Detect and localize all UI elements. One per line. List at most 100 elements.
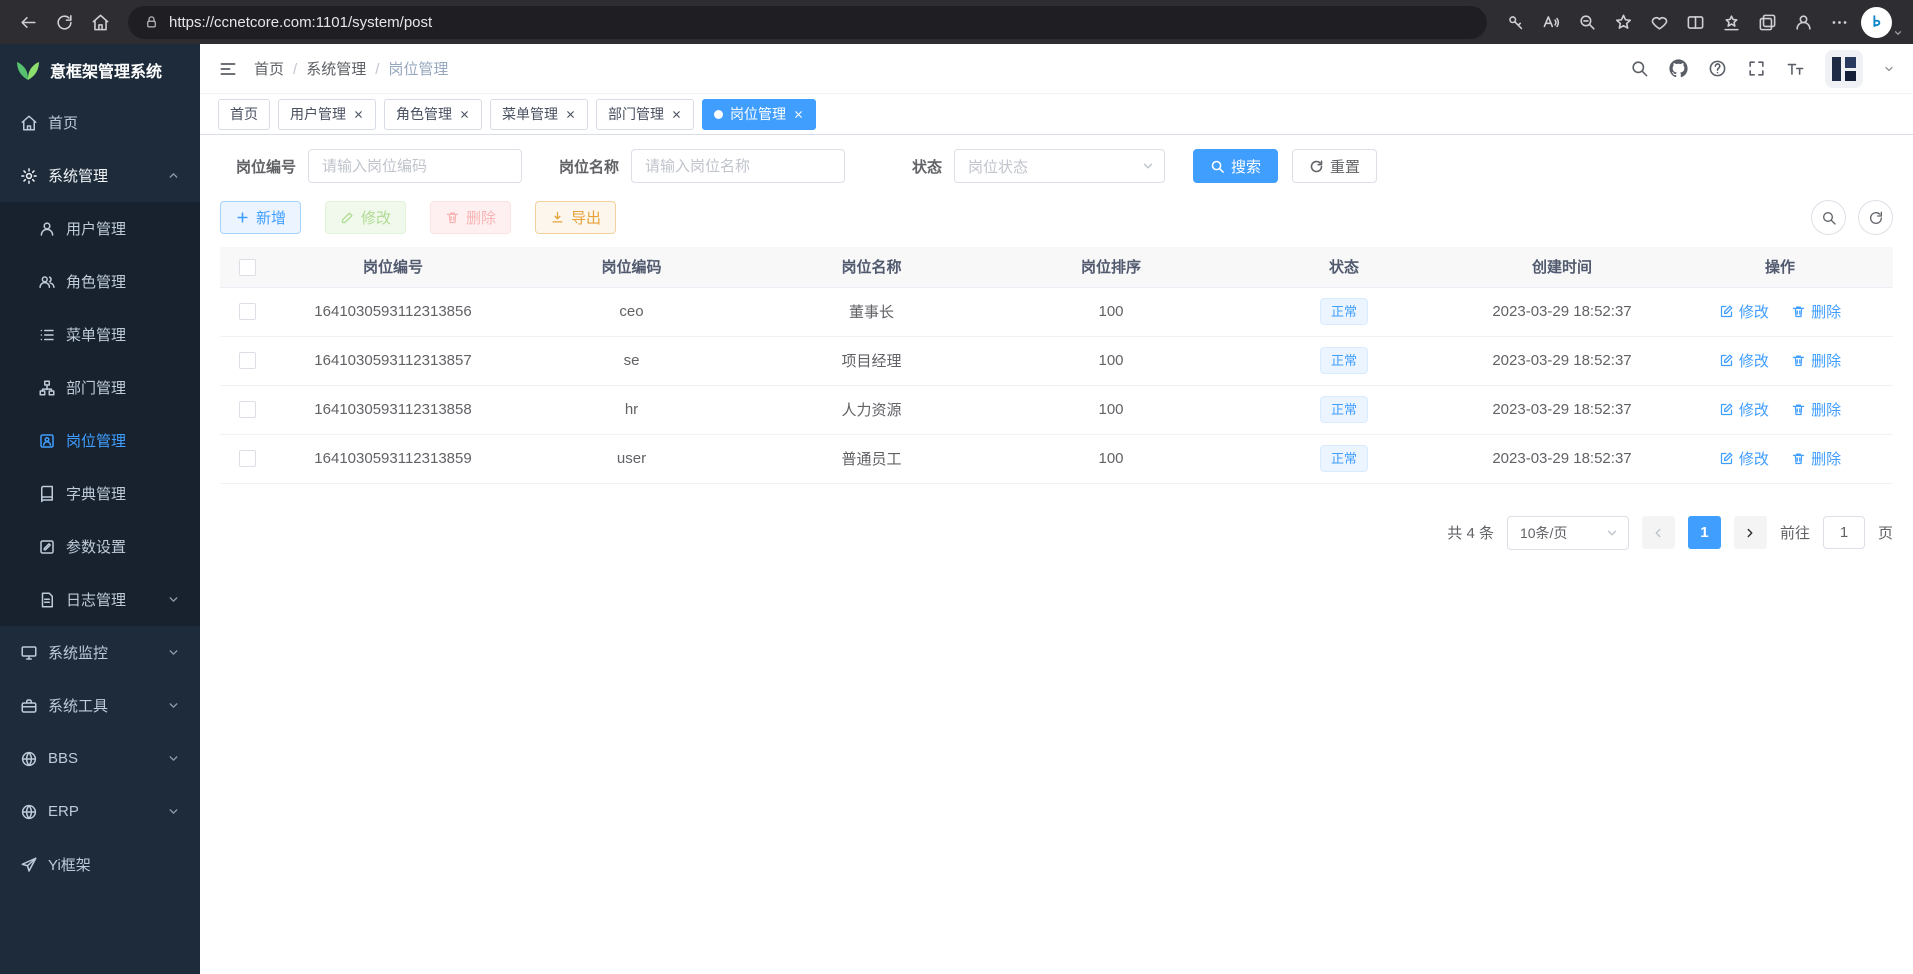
row-edit-link[interactable]: 修改 (1719, 399, 1769, 420)
toggle-search-button[interactable] (1811, 200, 1846, 235)
sidebar-item-parameter-settings[interactable]: 参数设置 (0, 520, 200, 573)
select-all-checkbox[interactable] (239, 259, 256, 276)
row-checkbox[interactable] (239, 303, 256, 320)
next-page-button[interactable] (1734, 516, 1767, 549)
sidebar-item-label: 日志管理 (66, 589, 126, 610)
table-row: 1641030593112313856 ceo 董事长 100 正常 2023-… (220, 287, 1893, 336)
goto-page-input[interactable] (1823, 516, 1865, 549)
close-icon[interactable] (793, 109, 804, 120)
sidebar-item-erp[interactable]: ERP (0, 785, 200, 838)
sidebar-item-log-management[interactable]: 日志管理 (0, 573, 200, 626)
password-manager-icon[interactable] (1497, 5, 1533, 39)
edit-button[interactable]: 修改 (325, 201, 406, 234)
add-button[interactable]: 新增 (220, 201, 301, 234)
header-search-icon[interactable] (1630, 59, 1649, 78)
toolbar-caret-icon[interactable] (1893, 28, 1903, 38)
row-delete-link[interactable]: 删除 (1791, 448, 1841, 469)
sidebar-item-home[interactable]: 首页 (0, 96, 200, 149)
address-bar[interactable]: https://ccnetcore.com:1101/system/post (128, 6, 1487, 39)
tab-role-management[interactable]: 角色管理 (384, 99, 482, 130)
help-icon[interactable] (1708, 59, 1727, 78)
sidebar-item-dictionary-management[interactable]: 字典管理 (0, 467, 200, 520)
status-label: 状态 (866, 156, 942, 177)
github-icon[interactable] (1669, 59, 1688, 78)
close-icon[interactable] (459, 109, 470, 120)
tab-label: 用户管理 (290, 104, 346, 124)
col-header-post-sort: 岗位排序 (991, 247, 1231, 287)
user-avatar[interactable] (1825, 50, 1863, 88)
trash-icon (1791, 451, 1806, 466)
post-name-input[interactable] (631, 149, 845, 183)
close-icon[interactable] (565, 109, 576, 120)
close-icon[interactable] (353, 109, 364, 120)
font-size-icon[interactable] (1786, 59, 1805, 78)
refresh-icon (1309, 159, 1324, 174)
row-checkbox[interactable] (239, 352, 256, 369)
sidebar-item-department-management[interactable]: 部门管理 (0, 361, 200, 414)
tab-department-management[interactable]: 部门管理 (596, 99, 694, 130)
browser-refresh-button[interactable] (46, 5, 82, 39)
export-button[interactable]: 导出 (535, 201, 616, 234)
row-checkbox[interactable] (239, 401, 256, 418)
add-favorite-icon[interactable] (1605, 5, 1641, 39)
bing-copilot-icon[interactable] (1861, 7, 1892, 38)
page-size-select[interactable]: 10条/页 (1507, 516, 1629, 550)
sidebar-item-yi-framework[interactable]: Yi框架 (0, 838, 200, 891)
breadcrumb-system-management[interactable]: 系统管理 (306, 58, 388, 79)
row-edit-link[interactable]: 修改 (1719, 350, 1769, 371)
sidebar-toggle-icon[interactable] (218, 59, 238, 79)
sidebar-item-role-management[interactable]: 角色管理 (0, 255, 200, 308)
browser-menu-icon[interactable] (1821, 5, 1857, 39)
avatar-caret-icon[interactable] (1883, 63, 1895, 75)
row-edit-link[interactable]: 修改 (1719, 301, 1769, 322)
sidebar-item-menu-management[interactable]: 菜单管理 (0, 308, 200, 361)
post-code-input[interactable] (308, 149, 522, 183)
tab-home[interactable]: 首页 (218, 99, 270, 130)
row-edit-link[interactable]: 修改 (1719, 448, 1769, 469)
chevron-down-icon (1141, 159, 1155, 173)
split-screen-icon[interactable] (1677, 5, 1713, 39)
sidebar-item-post-management[interactable]: 岗位管理 (0, 414, 200, 467)
favorites-icon[interactable] (1713, 5, 1749, 39)
collections-icon[interactable] (1749, 5, 1785, 39)
browser-home-button[interactable] (82, 5, 118, 39)
col-header-post-code: 岗位编码 (511, 247, 752, 287)
fullscreen-icon[interactable] (1747, 59, 1766, 78)
read-aloud-icon[interactable] (1533, 5, 1569, 39)
search-icon (1210, 159, 1225, 174)
browser-back-button[interactable] (10, 5, 46, 39)
page-number-1[interactable]: 1 (1688, 516, 1721, 549)
search-button[interactable]: 搜索 (1193, 149, 1278, 183)
browser-essentials-icon[interactable] (1641, 5, 1677, 39)
cell-post-name: 项目经理 (752, 336, 991, 385)
status-select[interactable]: 岗位状态 (954, 149, 1165, 183)
browser-right-icons (1497, 5, 1903, 39)
search-icon (1821, 210, 1837, 226)
col-header-status: 状态 (1231, 247, 1457, 287)
sidebar-item-system-tools[interactable]: 系统工具 (0, 679, 200, 732)
tab-menu-management[interactable]: 菜单管理 (490, 99, 588, 130)
row-checkbox[interactable] (239, 450, 256, 467)
delete-button[interactable]: 删除 (430, 201, 511, 234)
tab-post-management[interactable]: 岗位管理 (702, 99, 816, 130)
reset-button[interactable]: 重置 (1292, 149, 1377, 183)
row-delete-link[interactable]: 删除 (1791, 350, 1841, 371)
sidebar-item-user-management[interactable]: 用户管理 (0, 202, 200, 255)
sidebar-item-bbs[interactable]: BBS (0, 732, 200, 785)
app-logo[interactable]: 意框架管理系统 (0, 44, 200, 96)
sidebar-item-system-management[interactable]: 系统管理 (0, 149, 200, 202)
row-delete-link[interactable]: 删除 (1791, 399, 1841, 420)
breadcrumb-home[interactable]: 首页 (254, 58, 306, 79)
status-select-placeholder: 岗位状态 (968, 156, 1028, 177)
sidebar-item-label: BBS (48, 750, 78, 767)
sidebar-item-system-monitoring[interactable]: 系统监控 (0, 626, 200, 679)
sidebar-item-label: 系统工具 (48, 695, 108, 716)
zoom-icon[interactable] (1569, 5, 1605, 39)
tab-user-management[interactable]: 用户管理 (278, 99, 376, 130)
profile-avatar-icon[interactable] (1785, 5, 1821, 39)
close-icon[interactable] (671, 109, 682, 120)
sidebar-item-label: 角色管理 (66, 271, 126, 292)
prev-page-button[interactable] (1642, 516, 1675, 549)
refresh-table-button[interactable] (1858, 200, 1893, 235)
row-delete-link[interactable]: 删除 (1791, 301, 1841, 322)
